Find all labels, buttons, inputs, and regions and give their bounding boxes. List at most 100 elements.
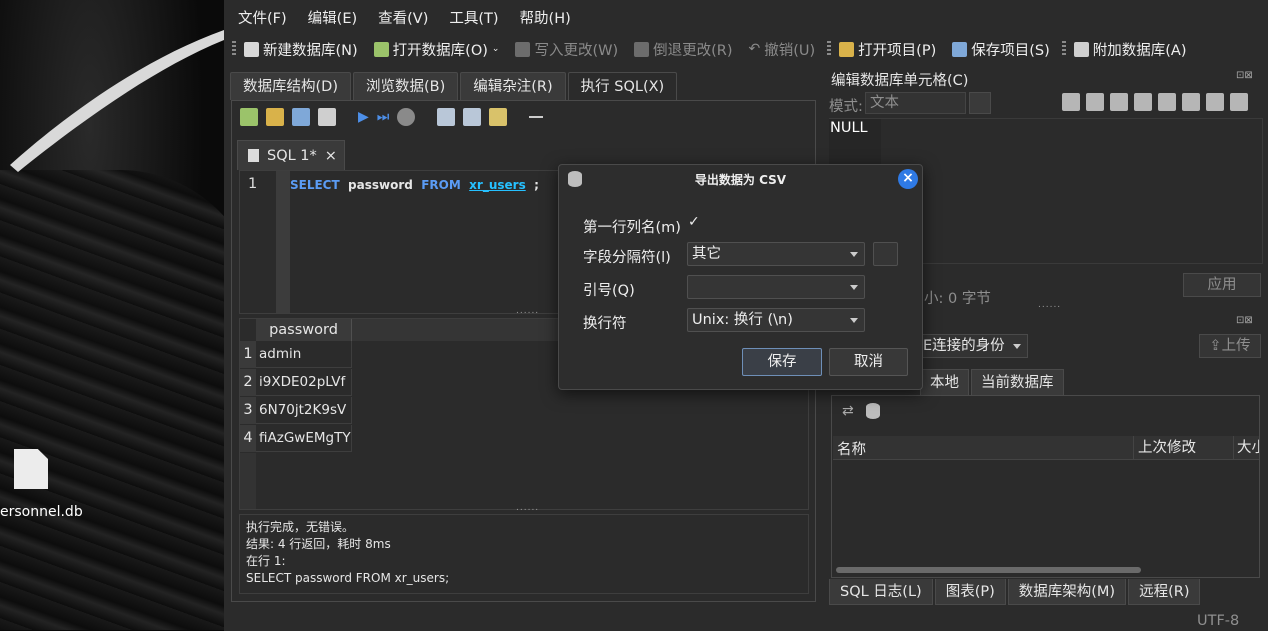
- print-icon[interactable]: [318, 108, 336, 126]
- row-number[interactable]: 3: [240, 397, 256, 424]
- tab-current-database[interactable]: 当前数据库: [971, 369, 1064, 395]
- menu-edit[interactable]: 编辑(E): [294, 8, 364, 30]
- horizontal-scrollbar[interactable]: [836, 567, 1141, 573]
- new-database-label: 新建数据库(N): [263, 42, 358, 59]
- menu-tools[interactable]: 工具(T): [435, 8, 505, 30]
- tab-edit-pragmas[interactable]: 编辑杂注(R): [460, 72, 566, 100]
- tab-db-schema[interactable]: 数据库架构(M): [1007, 579, 1127, 605]
- gear-icon[interactable]: [969, 92, 991, 114]
- header-row-checkbox[interactable]: ✓: [688, 214, 700, 230]
- import-file-icon[interactable]: [1134, 93, 1152, 111]
- newline-select[interactable]: Unix: 换行 (\n): [687, 308, 865, 332]
- table-cell[interactable]: fiAzGwEMgTY: [256, 425, 352, 452]
- dock-controls-icon[interactable]: ⊡⊠: [1236, 315, 1253, 326]
- tab-sql-log[interactable]: SQL 日志(L): [829, 579, 933, 605]
- write-changes-button[interactable]: 写入更改(W): [507, 39, 626, 60]
- comment-icon[interactable]: [489, 108, 508, 126]
- remove-icon[interactable]: [1206, 93, 1224, 111]
- cancel-button[interactable]: 取消: [829, 348, 908, 376]
- splitter-handle[interactable]: ......: [516, 503, 539, 513]
- table-cell[interactable]: 6N70jt2K9sV: [256, 397, 352, 424]
- menu-file[interactable]: 文件(F): [224, 8, 294, 30]
- print-icon[interactable]: [1230, 93, 1248, 111]
- column-header-password[interactable]: password: [256, 319, 352, 341]
- import-icon[interactable]: [1062, 93, 1080, 111]
- menu-help[interactable]: 帮助(H): [506, 8, 578, 30]
- apply-button[interactable]: 应用: [1183, 273, 1261, 297]
- menu-icon[interactable]: [529, 116, 544, 118]
- open-sql-file-icon[interactable]: [266, 108, 284, 126]
- wallpaper-wave: [0, 170, 224, 630]
- header-row-label: 第一行列名(m): [583, 220, 681, 236]
- tab-browse-data[interactable]: 浏览数据(B): [352, 72, 459, 100]
- revert-changes-button[interactable]: 倒退更改(R): [626, 39, 740, 60]
- tab-database-structure[interactable]: 数据库结构(D): [230, 72, 351, 100]
- row-number[interactable]: 2: [240, 369, 256, 396]
- row-number[interactable]: 4: [240, 425, 256, 452]
- message-line: 在行 1:: [246, 554, 286, 568]
- database-icon[interactable]: [865, 403, 880, 419]
- auto-format-icon[interactable]: [1110, 93, 1128, 111]
- message-line: 执行完成，无错误。: [246, 520, 355, 534]
- table-cell[interactable]: i9XDE02pLVf: [256, 369, 352, 396]
- upload-button[interactable]: ⇪上传: [1199, 334, 1261, 358]
- row-number[interactable]: 1: [240, 341, 256, 368]
- menu-view[interactable]: 查看(V): [364, 8, 435, 30]
- bottom-dock-tabs: SQL 日志(L) 图表(P) 数据库架构(M) 远程(R): [829, 579, 1201, 605]
- chevron-down-icon[interactable]: ⌄: [492, 44, 500, 54]
- upload-label: 上传: [1221, 338, 1251, 354]
- upload-icon: ⇪: [1209, 338, 1222, 354]
- desktop-file-label[interactable]: ersonnel.db: [0, 504, 83, 520]
- word-wrap-icon[interactable]: [1086, 93, 1104, 111]
- table-cell[interactable]: admin: [256, 341, 352, 368]
- find-icon[interactable]: [463, 108, 482, 126]
- open-project-button[interactable]: 打开项目(P): [831, 39, 944, 60]
- undo-button[interactable]: ↶ 撤销(U): [741, 39, 824, 60]
- separator-custom-field[interactable]: [873, 242, 898, 266]
- column-header-modified[interactable]: 上次修改: [1133, 436, 1233, 460]
- new-database-button[interactable]: 新建数据库(N): [236, 39, 366, 60]
- tab-local[interactable]: 本地: [920, 369, 969, 395]
- sql-code[interactable]: SELECT password FROM xr_users ;: [290, 178, 539, 192]
- splitter-handle[interactable]: ......: [1038, 300, 1061, 310]
- mode-select[interactable]: 文本: [865, 92, 966, 114]
- chevron-down-icon: [850, 252, 858, 257]
- quote-select[interactable]: [687, 275, 865, 299]
- identity-select[interactable]: E连接的身份: [920, 334, 1028, 358]
- remote-toolbar: ⇄: [842, 403, 880, 419]
- tab-remote[interactable]: 远程(R): [1128, 579, 1201, 605]
- column-header-size[interactable]: 大小: [1233, 436, 1259, 460]
- execute-line-icon[interactable]: ⏭: [377, 109, 390, 125]
- separator-select[interactable]: 其它: [687, 242, 865, 266]
- attach-database-button[interactable]: 附加数据库(A): [1066, 39, 1195, 60]
- refresh-icon[interactable]: ⇄: [842, 403, 854, 419]
- set-null-icon[interactable]: [1182, 93, 1200, 111]
- file-icon[interactable]: [14, 449, 48, 489]
- stop-icon[interactable]: [397, 108, 416, 126]
- save-project-button[interactable]: 保存项目(S): [944, 39, 1058, 60]
- tab-plot[interactable]: 图表(P): [934, 579, 1006, 605]
- chevron-down-icon: [850, 285, 858, 290]
- dock-controls-icon[interactable]: ⊡⊠: [1236, 70, 1253, 81]
- splitter-handle[interactable]: ......: [516, 306, 539, 316]
- cell-value: NULL: [830, 120, 868, 136]
- sql-editor-tab[interactable]: SQL 1* ×: [237, 140, 345, 170]
- close-icon[interactable]: ×: [898, 169, 918, 189]
- newline-label: 换行符: [583, 316, 627, 332]
- chevron-down-icon: [850, 318, 858, 323]
- close-icon[interactable]: ×: [325, 148, 337, 164]
- export-file-icon[interactable]: [1158, 93, 1176, 111]
- open-tab-icon[interactable]: [240, 108, 258, 126]
- attach-database-label: 附加数据库(A): [1092, 42, 1187, 59]
- save-sql-file-icon[interactable]: [292, 108, 310, 126]
- execute-all-icon[interactable]: ▶: [358, 109, 369, 125]
- open-database-button[interactable]: 打开数据库(O) ⌄: [366, 39, 508, 60]
- tab-execute-sql[interactable]: 执行 SQL(X): [567, 72, 678, 100]
- cell-toolbar: [1062, 93, 1248, 111]
- save-button[interactable]: 保存: [742, 348, 822, 376]
- save-results-icon[interactable]: [437, 108, 456, 126]
- wallpaper-swoosh: [10, 30, 224, 172]
- write-changes-icon: [515, 41, 531, 57]
- column-header-name[interactable]: 名称: [837, 438, 866, 459]
- column-name: password: [348, 178, 413, 192]
